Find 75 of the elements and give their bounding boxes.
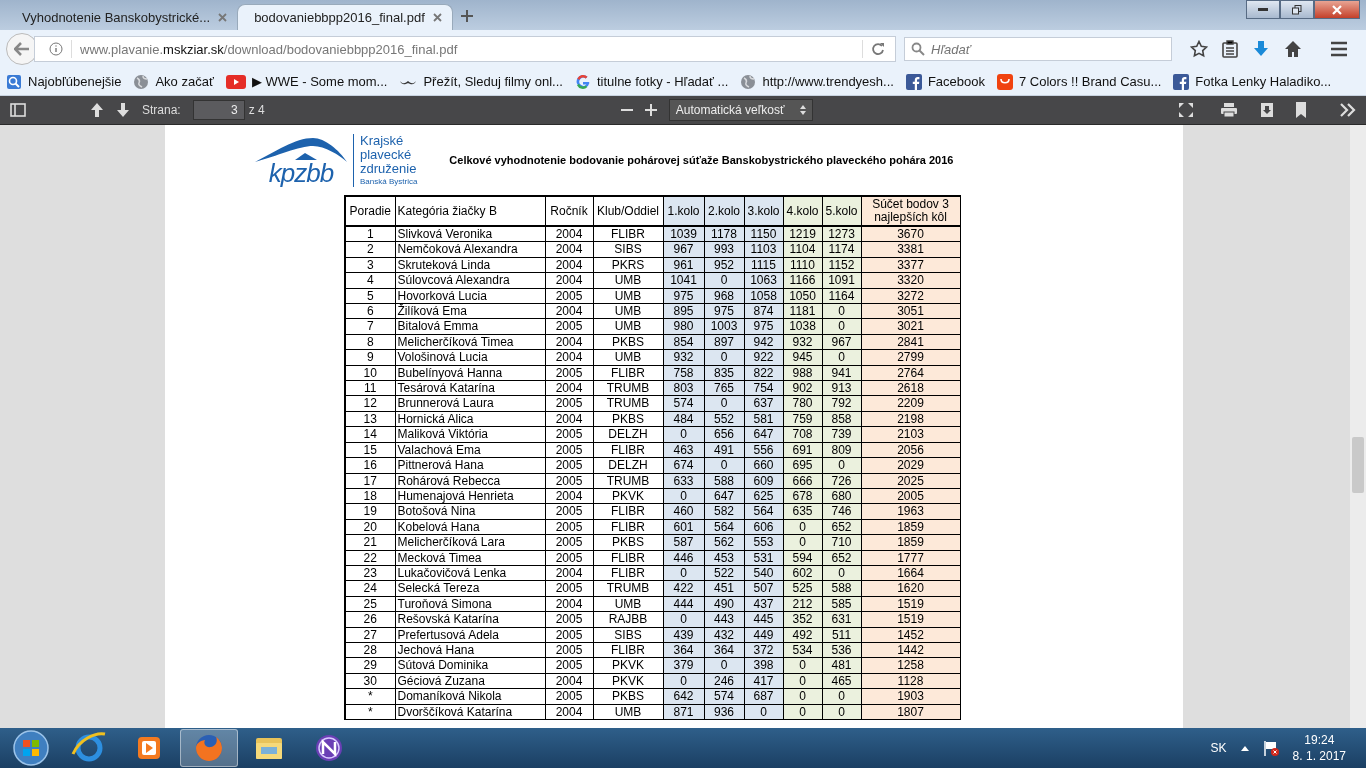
media-player-icon[interactable] [138, 737, 160, 759]
close-icon[interactable] [432, 13, 442, 22]
bookmark-link[interactable]: Ako začať [133, 73, 214, 90]
more-tools-button[interactable] [1340, 103, 1356, 117]
zoom-in-button[interactable] [644, 104, 657, 116]
menu-icon[interactable] [1330, 41, 1348, 57]
video-play-icon [225, 74, 246, 89]
star-icon[interactable] [1190, 40, 1208, 58]
language-indicator[interactable]: SK [1210, 741, 1227, 755]
bookmark-link[interactable]: Facebook [905, 73, 985, 90]
scrollbar[interactable] [1350, 125, 1366, 728]
column-header: 4.kolo [783, 196, 822, 226]
previous-page-button[interactable] [90, 102, 104, 118]
column-header: 3.kolo [744, 196, 783, 226]
dropdown-arrows-icon[interactable] [799, 105, 806, 115]
google-g-icon [574, 73, 591, 90]
zoom-select[interactable]: Automatická veľkosť [668, 99, 813, 121]
page-count: z 4 [248, 103, 265, 117]
logo-text: združenie [360, 161, 418, 176]
search-icon [911, 42, 925, 56]
facebook-icon [905, 73, 922, 90]
fullscreen-button[interactable] [1178, 102, 1194, 118]
restore-icon[interactable] [1292, 4, 1302, 15]
bookmark-link[interactable]: titulne fotky - Hľadať ... [574, 73, 729, 90]
clock[interactable]: 19:24 8. 1. 2017 [1292, 732, 1346, 764]
download-icon[interactable] [1252, 40, 1270, 58]
bookmark-link[interactable]: http://www.trendyesh... [740, 73, 894, 90]
browser-tab[interactable]: Vyhodnotenie Banskobystrické... [6, 4, 238, 30]
reload-icon[interactable] [871, 42, 885, 56]
next-page-button[interactable] [116, 102, 130, 118]
internet-explorer-icon[interactable] [71, 732, 106, 762]
clipboard-icon[interactable] [1222, 40, 1238, 58]
globe-icon [740, 73, 757, 90]
column-header: 5.kolo [822, 196, 861, 226]
browser-tab[interactable]: bodovaniebbpp2016_final.pdf [237, 4, 453, 30]
facebook-icon [1173, 73, 1190, 90]
bookmark-link[interactable]: Přežít, Sleduj filmy onl... [399, 74, 563, 89]
column-header: Ročník [545, 196, 593, 226]
bookmark-link[interactable]: 7 Colors !! Brand Casu... [997, 73, 1162, 90]
document-title: Celkové vyhodnotenie bodovanie pohárovej súťaže Banskobystrického plaveckého pohára 2016 [449, 154, 954, 166]
n-badge-icon[interactable] [316, 735, 342, 761]
column-header: Súčet bodov 3 najlepších kôl [861, 196, 960, 226]
close-icon[interactable] [218, 12, 228, 22]
restore-button[interactable] [1280, 0, 1314, 19]
column-header: 2.kolo [704, 196, 744, 226]
bookmarks-library-icon [6, 73, 22, 90]
page-number-field[interactable]: 3 [192, 100, 245, 120]
bookmark-link[interactable]: Fotka Lenky Haladiko... [1173, 73, 1332, 90]
print-button[interactable] [1220, 102, 1238, 118]
page-label: Strana: [142, 103, 181, 117]
info-icon[interactable] [49, 42, 63, 56]
search-field[interactable]: Hľadať [904, 37, 1172, 61]
tray-expand-icon[interactable] [1240, 745, 1249, 751]
column-header: Klub/Oddiel [593, 196, 663, 226]
home-icon[interactable] [1284, 40, 1302, 58]
logo-text: plavecké [360, 147, 413, 162]
column-header: Kategória žiačky B [395, 196, 545, 226]
roof-wave-icon [255, 136, 347, 162]
shopping-bag-icon [997, 73, 1013, 90]
minimize-icon[interactable] [1258, 7, 1268, 12]
bookmark-button[interactable] [1296, 102, 1306, 118]
sidebar-toggle-button[interactable] [10, 103, 26, 117]
flag-icon[interactable] [1262, 740, 1279, 756]
logo-subtitle: Banská Bystrica [360, 175, 418, 187]
minimize-button[interactable] [1246, 0, 1280, 19]
close-button[interactable] [1314, 0, 1360, 19]
logo-text: Krajské [360, 133, 404, 148]
bookmark-link[interactable]: ▶ WWE - Some mom... [225, 74, 388, 89]
globe-icon [133, 73, 150, 90]
column-header: Poradie [345, 196, 395, 226]
download-button[interactable] [1260, 102, 1274, 118]
column-header: 1.kolo [663, 196, 704, 226]
address-bar[interactable]: www.plavanie.mskziar.sk/download/bodovaniebbpp2016_final.pdf [34, 36, 896, 62]
bookmark-link[interactable]: Najobľúbenejšie [6, 73, 122, 90]
back-arrow-icon[interactable] [14, 42, 30, 56]
